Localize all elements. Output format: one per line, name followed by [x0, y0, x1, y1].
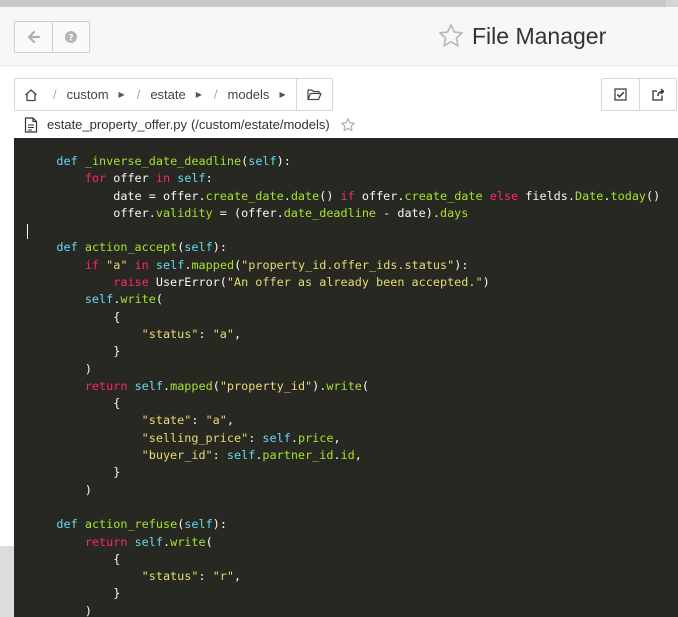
- file-path: (/custom/estate/models): [190, 117, 330, 132]
- caret-right-icon[interactable]: ▶: [119, 90, 125, 99]
- breadcrumb: / custom ▶ / estate ▶ / models ▶: [14, 78, 333, 111]
- star-outline-icon[interactable]: [340, 117, 356, 133]
- top-scrollbar[interactable]: [0, 0, 678, 7]
- open-folder-button[interactable]: [295, 79, 332, 110]
- file-actions-group: [601, 78, 677, 111]
- header: ? File Manager: [0, 7, 678, 66]
- checkbox-check-icon: [614, 88, 627, 101]
- breadcrumb-separator: /: [136, 87, 141, 102]
- code-editor[interactable]: def _inverse_date_deadline(self): for of…: [14, 138, 678, 617]
- caret-right-icon[interactable]: ▶: [279, 90, 285, 99]
- select-button[interactable]: [602, 79, 639, 110]
- caret-right-icon[interactable]: ▶: [196, 90, 202, 99]
- breadcrumb-home[interactable]: [15, 88, 47, 102]
- star-outline-icon[interactable]: [437, 22, 465, 50]
- help-button[interactable]: ?: [52, 22, 89, 52]
- breadcrumb-item-estate[interactable]: estate: [146, 87, 189, 102]
- back-button[interactable]: [15, 22, 52, 52]
- question-circle-icon: ?: [65, 31, 77, 44]
- arrow-left-icon: [27, 30, 40, 44]
- home-icon: [25, 88, 37, 101]
- code-content[interactable]: def _inverse_date_deadline(self): for of…: [28, 153, 660, 617]
- breadcrumb-separator: /: [53, 87, 57, 102]
- page-title: File Manager: [472, 22, 607, 49]
- breadcrumb-item-custom[interactable]: custom: [63, 87, 113, 102]
- text-cursor: [27, 224, 28, 239]
- breadcrumb-separator: /: [213, 87, 218, 102]
- folder-open-icon: [306, 89, 322, 101]
- svg-text:?: ?: [68, 34, 73, 44]
- file-text-icon: [24, 116, 38, 133]
- breadcrumb-item-models[interactable]: models: [224, 87, 274, 102]
- share-button[interactable]: [639, 79, 676, 110]
- nav-button-group: ?: [14, 21, 90, 53]
- editor-title-bar: estate_property_offer.py (/custom/estate…: [14, 111, 678, 138]
- share-icon: [651, 88, 664, 101]
- title-area: File Manager: [437, 20, 606, 52]
- file-name: estate_property_offer.py: [47, 117, 187, 132]
- top-scrollbar-thumb[interactable]: [0, 0, 666, 7]
